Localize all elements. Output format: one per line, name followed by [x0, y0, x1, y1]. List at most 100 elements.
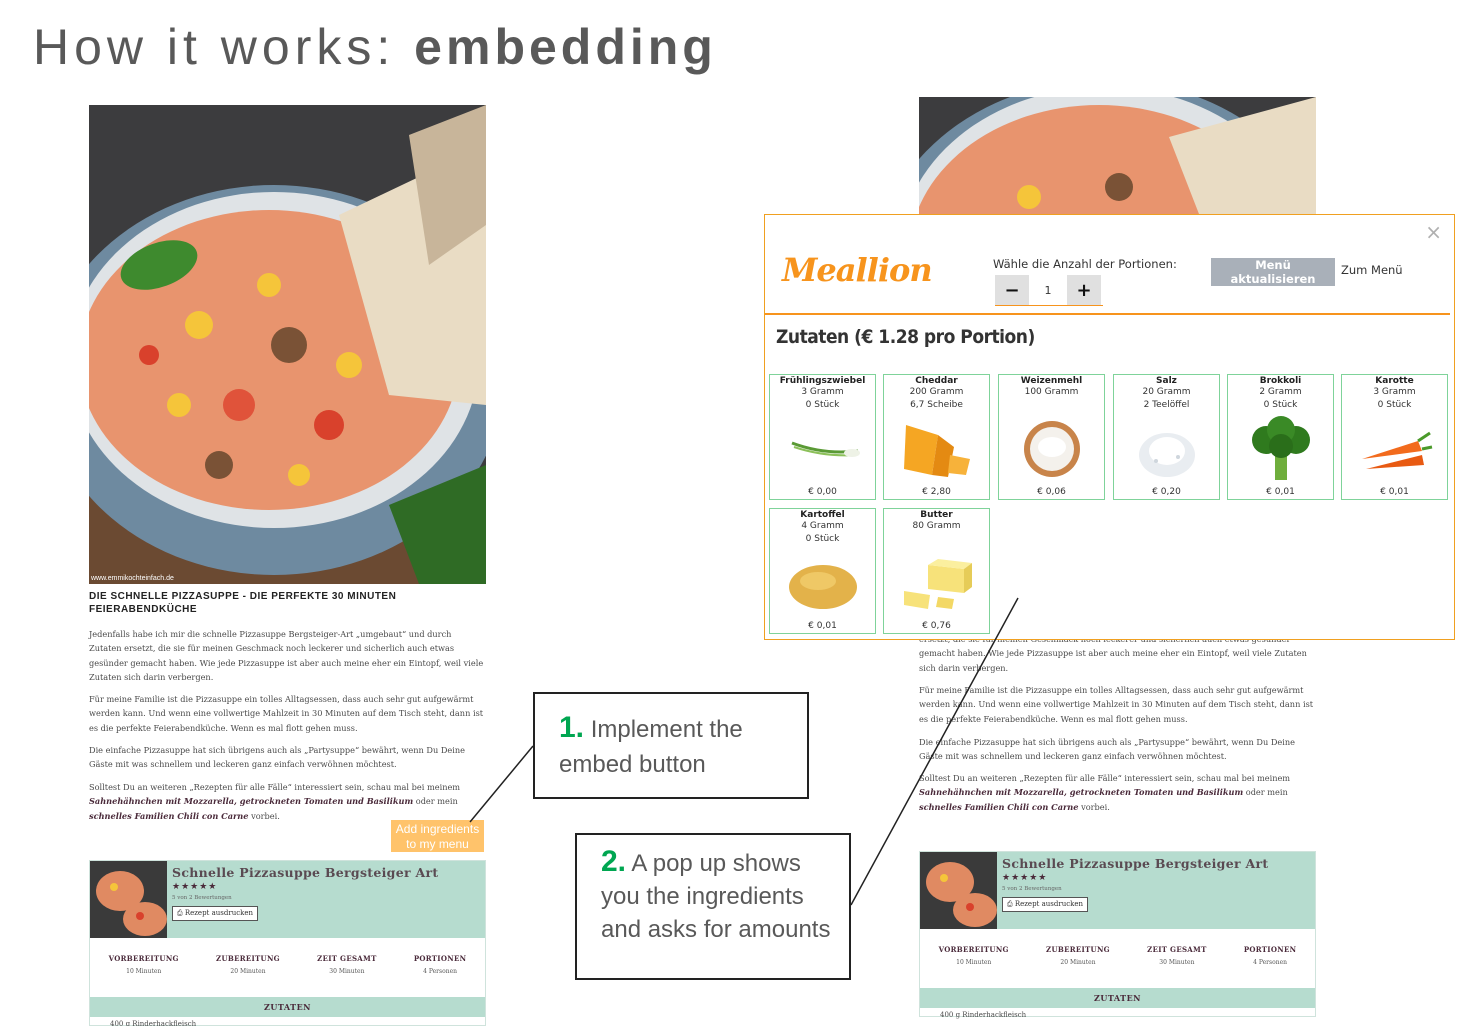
ingredient-amount: 2 Gramm: [1259, 387, 1302, 397]
stat-cook: ZUBEREITUNG 20 Minuten: [216, 954, 280, 997]
slide-title: How it works: embedding: [33, 18, 717, 76]
printer-icon: ⎙: [1007, 900, 1015, 908]
ingredient-card[interactable]: Butter 80 Gramm € 0,76: [883, 508, 990, 634]
print-recipe-button[interactable]: ⎙ Rezept ausdrucken: [1002, 897, 1089, 912]
broccoli-icon: [1252, 416, 1310, 480]
potato-icon: [789, 565, 857, 609]
to-menu-link[interactable]: Zum Menü: [1341, 263, 1403, 277]
ingredient-price: € 0,01: [1380, 487, 1409, 497]
stat-value: 4 Personen: [423, 968, 458, 975]
ingredients-heading: Zutaten (€ 1.28 pro Portion): [776, 326, 1035, 348]
callout-number: 1.: [559, 711, 585, 744]
stat-servings: PORTIONEN 4 Personen: [1244, 945, 1296, 988]
portions-value[interactable]: 1: [1029, 284, 1067, 297]
ingredient-name: Karotte: [1375, 376, 1414, 386]
ingredient-card[interactable]: Frühlingszwiebel 3 Gramm 0 Stück € 0,00: [769, 374, 876, 500]
stat-label: VORBEREITUNG: [108, 954, 179, 963]
stat-value: 20 Minuten: [1060, 959, 1096, 966]
print-label: Rezept ausdrucken: [1014, 900, 1084, 908]
photo-credit: www.emmikochteinfach.de: [91, 575, 174, 582]
close-icon[interactable]: ×: [1425, 220, 1442, 244]
p4-text-a: Solltest Du an weiteren „Rezepten für al…: [89, 782, 461, 792]
ingredient-card[interactable]: Brokkoli 2 Gramm 0 Stück € 0,01: [1227, 374, 1334, 500]
p4-text-a: Solltest Du an weiteren „Rezepten für al…: [919, 773, 1291, 783]
ingredient-unit-amount: 2 Teelöffel: [1143, 400, 1190, 410]
ingredient-unit-amount: 0 Stück: [805, 400, 840, 410]
paragraph-4-right: Solltest Du an weiteren „Rezepten für al…: [919, 771, 1316, 814]
title-bold: embedding: [414, 19, 717, 75]
ingredient-card[interactable]: Kartoffel 4 Gramm 0 Stück € 0,01: [769, 508, 876, 634]
recipe-stats: VORBEREITUNG 10 Minuten ZUBEREITUNG 20 Min…: [920, 929, 1315, 988]
header-divider: [765, 313, 1450, 315]
ingredient-price: € 0,01: [1266, 487, 1295, 497]
ingredient-amount: 4 Gramm: [801, 521, 844, 531]
ingredient-card[interactable]: Cheddar 200 Gramm 6,7 Scheibe € 2,80: [883, 374, 990, 500]
ingredient-amount: 200 Gramm: [909, 387, 964, 397]
stat-total: ZEIT GESAMT 30 Minuten: [1147, 945, 1206, 988]
ingredient-price: € 2,80: [922, 487, 951, 497]
increase-portions-button[interactable]: +: [1067, 275, 1101, 305]
ingredient-amount: 3 Gramm: [801, 387, 844, 397]
zutaten-section-bar: ZUTATEN: [920, 988, 1315, 1008]
soup-photo: www.emmikochteinfach.de: [89, 105, 486, 584]
stat-prep: VORBEREITUNG 10 Minuten: [109, 954, 179, 997]
stepper-underline: [995, 305, 1103, 306]
stat-value: 30 Minuten: [329, 968, 365, 975]
ingredient-name: Salz: [1156, 376, 1177, 386]
p4-text-b: oder mein: [1243, 787, 1288, 798]
recipe-card-left: Schnelle Pizzasuppe Bergsteiger Art ★★★★…: [89, 860, 486, 1026]
stat-label: ZEIT GESAMT: [1147, 945, 1207, 954]
stat-label: ZUBEREITUNG: [216, 954, 280, 963]
ingredient-price: € 0,06: [1037, 487, 1066, 497]
add-ingredients-button[interactable]: Add ingredients to my menu: [391, 820, 484, 852]
stat-value: 4 Personen: [1253, 959, 1288, 966]
butter-icon: [904, 559, 972, 609]
stat-value: 10 Minuten: [956, 959, 992, 966]
paragraph-2-right: Für meine Familie ist die Pizzasuppe ein…: [919, 685, 1314, 724]
stat-label: ZUBEREITUNG: [1046, 945, 1110, 954]
ingredient-price: € 0,20: [1152, 487, 1181, 497]
rating-votes: 5 von 2 Bewertungen: [1002, 886, 1062, 892]
paragraph-4: Solltest Du an weiteren „Rezepten für al…: [89, 780, 486, 823]
ingredient-card[interactable]: Salz 20 Gramm 2 Teelöffel € 0,20: [1113, 374, 1220, 500]
recipe-card-header: Schnelle Pizzasuppe Bergsteiger Art ★★★★…: [920, 852, 1315, 929]
stat-value: 10 Minuten: [126, 968, 162, 975]
paragraph-1: Jedenfalls habe ich mir die schnelle Piz…: [89, 629, 484, 683]
paragraph-2: Für meine Familie ist die Pizzasuppe ein…: [89, 694, 484, 733]
ingredient-card[interactable]: Karotte 3 Gramm 0 Stück € 0,01: [1341, 374, 1448, 500]
ingredient-amount: 20 Gramm: [1142, 387, 1191, 397]
link-chili[interactable]: schnelles Familien Chili con Carne: [89, 811, 248, 821]
stat-prep: VORBEREITUNG 10 Minuten: [939, 945, 1009, 988]
recipe-card-right: Schnelle Pizzasuppe Bergsteiger Art ★★★★…: [919, 851, 1316, 1019]
ingredient-name: Frühlingszwiebel: [779, 376, 866, 386]
recipe-thumbnail: [90, 861, 167, 938]
ingredient-price: € 0,76: [922, 621, 951, 631]
title-prefix: How it works:: [33, 19, 415, 75]
soup-photo-right: [919, 97, 1316, 214]
callout-text: A pop up shows you the ingredients and a…: [601, 850, 831, 943]
print-recipe-button[interactable]: ⎙ Rezept ausdrucken: [172, 906, 259, 921]
portions-stepper: − 1 +: [995, 275, 1101, 305]
ingredient-unit-amount: 0 Stück: [1377, 400, 1412, 410]
stat-value: 20 Minuten: [230, 968, 266, 975]
rating-stars: ★★★★★: [1002, 873, 1048, 883]
link-chili[interactable]: schnelles Familien Chili con Carne: [919, 802, 1078, 812]
link-sahnehaehnchen[interactable]: Sahnehähnchen mit Mozzarella, getrocknet…: [919, 787, 1243, 797]
cheddar-icon: [904, 425, 970, 477]
ingredient-name: Butter: [920, 510, 953, 520]
stat-label: PORTIONEN: [413, 954, 467, 963]
callout-step-1: 1. Implement the embed button: [533, 692, 809, 799]
link-sahnehaehnchen[interactable]: Sahnehähnchen mit Mozzarella, getrocknet…: [89, 796, 413, 806]
carrot-icon: [1362, 431, 1433, 469]
update-menu-button[interactable]: Menü aktualisieren: [1211, 258, 1335, 286]
ingredient-amount: 100 Gramm: [1024, 387, 1079, 397]
ingredient-unit-amount: 0 Stück: [805, 534, 840, 544]
decrease-portions-button[interactable]: −: [995, 275, 1029, 305]
ingredient-card[interactable]: Weizenmehl 100 Gramm € 0,06: [998, 374, 1105, 500]
ingredient-name: Weizenmehl: [1020, 376, 1083, 386]
first-ingredient-line: 400 g Rinderhackfleisch: [940, 1011, 1027, 1019]
first-ingredient-line: 400 g Rinderhackfleisch: [110, 1020, 197, 1026]
recipe-title: Schnelle Pizzasuppe Bergsteiger Art: [1002, 856, 1269, 871]
ingredient-amount: 80 Gramm: [912, 521, 961, 531]
ingredient-price: € 0,01: [808, 621, 837, 631]
